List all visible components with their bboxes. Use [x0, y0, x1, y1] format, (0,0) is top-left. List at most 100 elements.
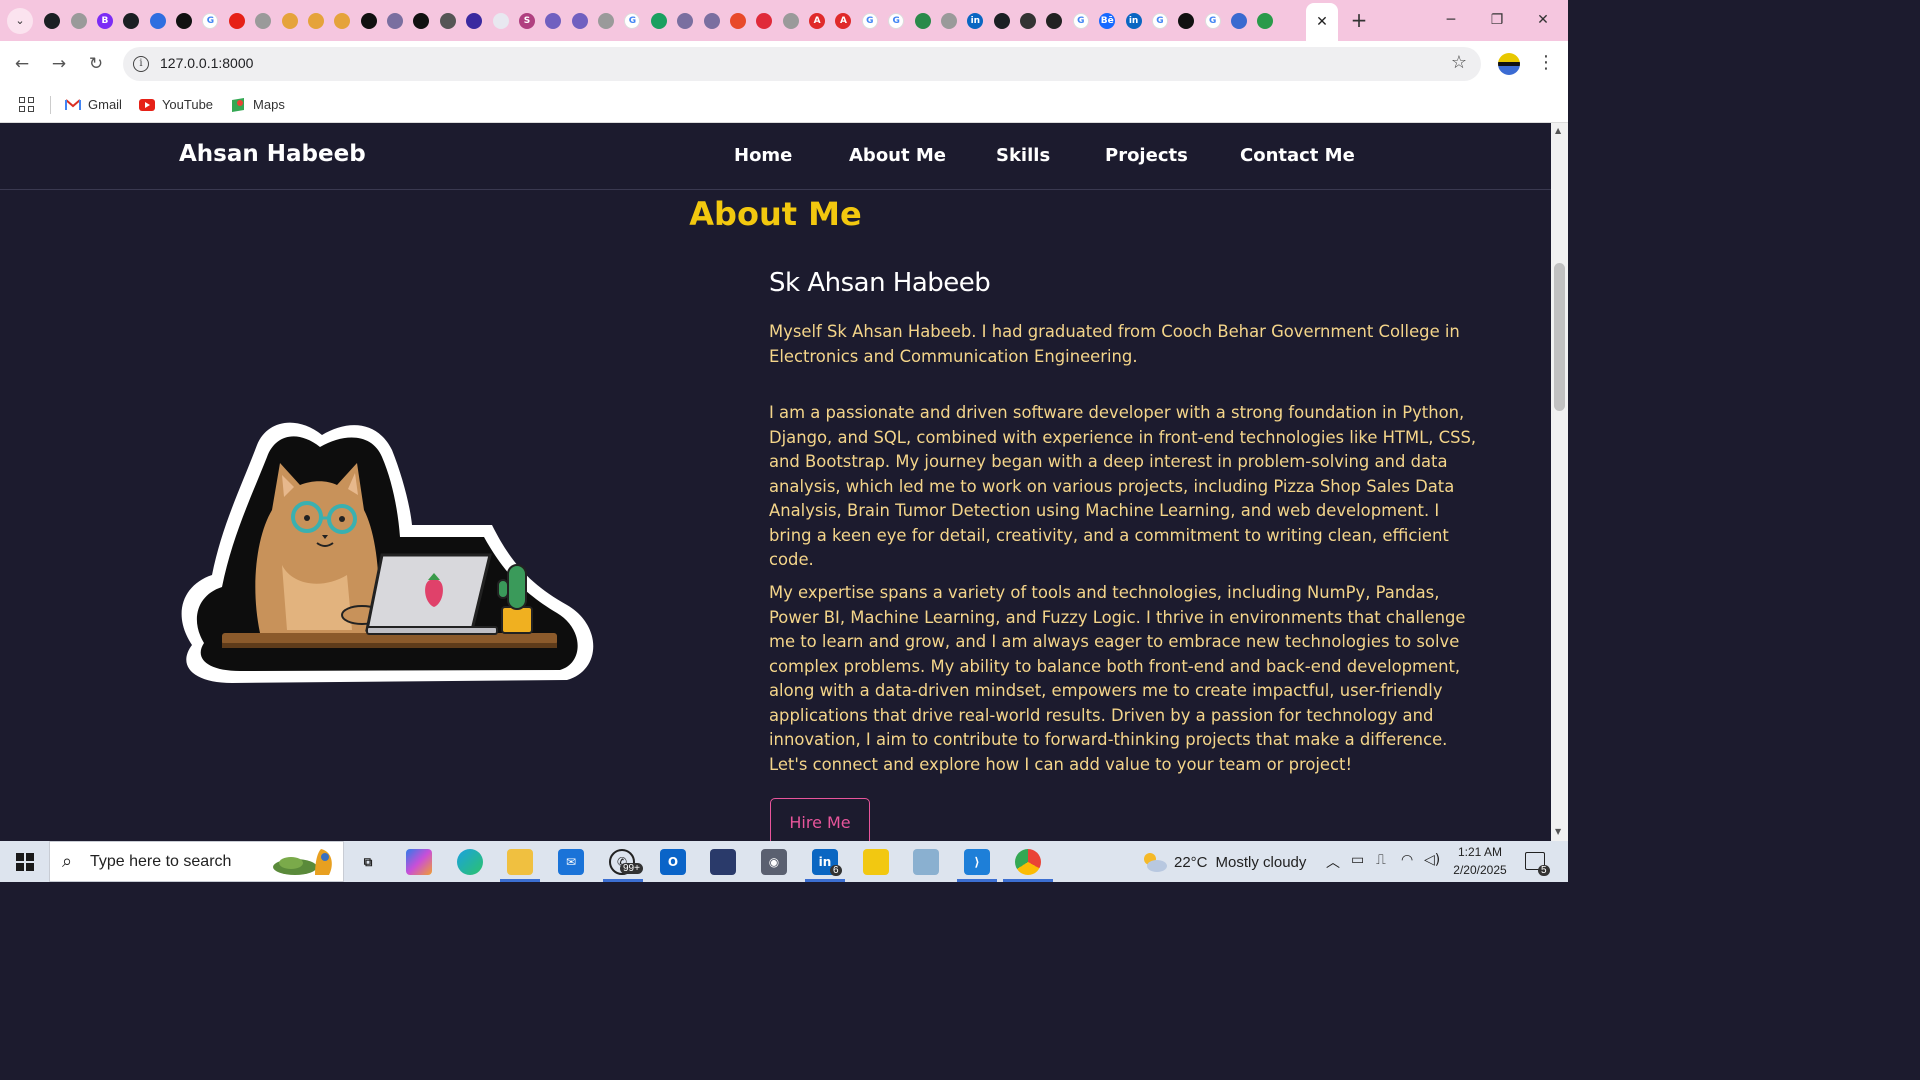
menu-kebab-icon[interactable]: ⋮: [1537, 52, 1555, 73]
google-favicon[interactable]: G: [624, 12, 641, 29]
new-tab-button[interactable]: +: [1348, 8, 1370, 32]
battery-icon[interactable]: ▭: [1351, 852, 1364, 868]
google-favicon[interactable]: G: [861, 12, 878, 29]
reload-icon[interactable]: ↻: [85, 53, 107, 75]
restore-icon[interactable]: ❐: [1474, 0, 1520, 41]
globe-favicon[interactable]: [70, 12, 87, 29]
app-icon[interactable]: [710, 849, 736, 875]
device-icon[interactable]: ⎍: [1376, 852, 1386, 868]
globe-favicon[interactable]: [255, 12, 272, 29]
power-bi-icon[interactable]: [863, 849, 889, 875]
google-favicon[interactable]: G: [202, 12, 219, 29]
outlook-icon[interactable]: O: [660, 849, 686, 875]
scrollbar-thumb[interactable]: [1554, 263, 1565, 411]
weather-widget[interactable]: 22°C Mostly cloudy: [1140, 851, 1306, 873]
adobe-favicon[interactable]: A: [835, 12, 852, 29]
app-favicon[interactable]: [650, 12, 667, 29]
edge-icon[interactable]: [457, 849, 483, 875]
claude-favicon[interactable]: [307, 12, 324, 29]
site-brand[interactable]: Ahsan Habeeb: [179, 141, 366, 167]
active-tab-close-icon[interactable]: ✕: [1306, 3, 1338, 41]
minimize-icon[interactable]: ─: [1428, 0, 1474, 41]
bootstrap-favicon[interactable]: B: [96, 12, 113, 29]
app-favicon[interactable]: [729, 12, 746, 29]
openai-favicon[interactable]: [360, 12, 377, 29]
app-favicon[interactable]: [1178, 12, 1195, 29]
nav-link-about[interactable]: About Me: [849, 145, 946, 166]
app-favicon[interactable]: [914, 12, 931, 29]
youtube-icon: [138, 97, 155, 113]
google-favicon[interactable]: G: [888, 12, 905, 29]
nav-link-contact[interactable]: Contact Me: [1240, 145, 1355, 166]
bookmark-gmail[interactable]: Gmail: [65, 97, 122, 113]
wifi-icon[interactable]: ◠: [1401, 852, 1413, 868]
app-favicon[interactable]: [756, 12, 773, 29]
google-favicon[interactable]: G: [1151, 12, 1168, 29]
app-favicon[interactable]: [492, 12, 509, 29]
app-favicon[interactable]: [703, 12, 720, 29]
file-explorer-icon[interactable]: [507, 849, 533, 875]
tab-search-button[interactable]: ⌄: [7, 7, 33, 34]
mail-icon[interactable]: ✉: [558, 849, 584, 875]
drive-favicon[interactable]: [1257, 12, 1274, 29]
camera-icon[interactable]: ◉: [761, 849, 787, 875]
system-clock[interactable]: 1:21 AM 2/20/2025: [1446, 843, 1514, 879]
app-favicon[interactable]: [1020, 12, 1037, 29]
linkedin-favicon[interactable]: in: [1125, 12, 1142, 29]
claude-favicon[interactable]: [334, 12, 351, 29]
flag-favicon[interactable]: [149, 12, 166, 29]
github-favicon[interactable]: [993, 12, 1010, 29]
app-favicon[interactable]: [387, 12, 404, 29]
chrome-icon[interactable]: [1015, 849, 1041, 875]
globe-favicon[interactable]: [598, 12, 615, 29]
github-favicon[interactable]: [44, 12, 61, 29]
tray-chevron-icon[interactable]: ︿: [1326, 852, 1340, 872]
hire-me-button[interactable]: Hire Me: [770, 798, 870, 841]
vercel-favicon[interactable]: [571, 12, 588, 29]
app-icon[interactable]: [913, 849, 939, 875]
page-scrollbar[interactable]: ▲ ▼: [1551, 123, 1568, 841]
forward-icon[interactable]: →: [48, 53, 70, 75]
app-favicon[interactable]: [1231, 12, 1248, 29]
vercel-favicon[interactable]: [545, 12, 562, 29]
globe-favicon[interactable]: [940, 12, 957, 29]
youtube-favicon[interactable]: [228, 12, 245, 29]
app-favicon[interactable]: [1046, 12, 1063, 29]
behance-favicon[interactable]: Bē: [1099, 12, 1116, 29]
app-favicon[interactable]: [466, 12, 483, 29]
chrome-favicon[interactable]: [439, 12, 456, 29]
google-favicon[interactable]: G: [1204, 12, 1221, 29]
linkedin-favicon[interactable]: in: [967, 12, 984, 29]
app-favicon[interactable]: S: [518, 12, 535, 29]
bookmark-maps[interactable]: Maps: [230, 97, 285, 113]
google-favicon[interactable]: G: [1072, 12, 1089, 29]
nav-link-skills[interactable]: Skills: [996, 145, 1050, 166]
apps-grid-icon[interactable]: [19, 97, 34, 112]
bookmark-star-icon[interactable]: ☆: [1451, 52, 1467, 73]
openai-favicon[interactable]: [413, 12, 430, 29]
nav-link-home[interactable]: Home: [734, 145, 792, 166]
copilot-icon[interactable]: [406, 849, 432, 875]
profile-avatar[interactable]: [1498, 53, 1520, 75]
close-window-icon[interactable]: ✕: [1520, 0, 1566, 41]
github-favicon[interactable]: [123, 12, 140, 29]
taskbar-search-placeholder[interactable]: Type here to search: [90, 853, 231, 871]
adobe-favicon[interactable]: A: [809, 12, 826, 29]
globe-favicon[interactable]: [782, 12, 799, 29]
bookmark-youtube[interactable]: YouTube: [138, 97, 213, 113]
back-icon[interactable]: ←: [11, 53, 33, 75]
site-info-icon[interactable]: i: [133, 56, 149, 72]
claude-favicon[interactable]: [281, 12, 298, 29]
vscode-icon[interactable]: ⟩: [964, 849, 990, 875]
address-url[interactable]: 127.0.0.1:8000: [160, 55, 253, 71]
volume-icon[interactable]: ◁): [1424, 852, 1440, 868]
openai-favicon[interactable]: [176, 12, 193, 29]
taskbar-search[interactable]: ⌕ Type here to search: [49, 841, 344, 882]
address-bar[interactable]: i 127.0.0.1:8000 ☆: [123, 47, 1481, 81]
nav-link-projects[interactable]: Projects: [1105, 145, 1188, 166]
task-view-icon[interactable]: ⧉: [355, 849, 381, 875]
scroll-up-icon[interactable]: ▲: [1555, 126, 1561, 135]
app-favicon[interactable]: [677, 12, 694, 29]
windows-start-icon[interactable]: [16, 853, 34, 871]
scroll-down-icon[interactable]: ▼: [1555, 827, 1561, 836]
